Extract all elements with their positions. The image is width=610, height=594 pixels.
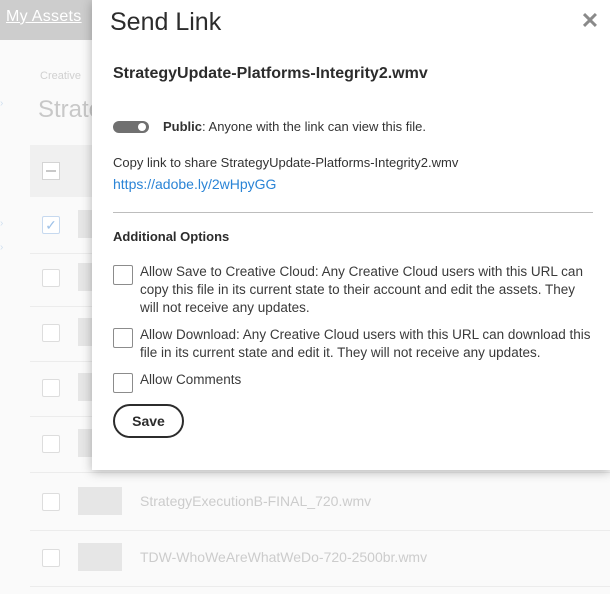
row-checkbox[interactable]	[42, 549, 60, 567]
breadcrumb[interactable]: Creative	[40, 70, 81, 82]
allow-comments-label: Allow Comments	[140, 372, 242, 387]
row-checkbox[interactable]: ✓	[42, 216, 60, 234]
allow-download-checkbox[interactable]	[113, 328, 133, 348]
row-checkbox[interactable]	[42, 435, 60, 453]
public-label: Public	[163, 119, 203, 134]
table-row[interactable]: TDW-WhoWeAreWhatWeDo-720-2500br.wmv	[30, 530, 610, 587]
table-row[interactable]: StrategyExecutionB-FINAL_720.wmv	[30, 474, 610, 531]
file-thumbnail	[78, 543, 122, 571]
toggle-knob	[138, 123, 146, 131]
row-checkbox[interactable]	[42, 269, 60, 287]
copy-link-label: Copy link to share StrategyUpdate-Platfo…	[113, 155, 459, 170]
allow-comments-checkbox[interactable]	[113, 373, 133, 393]
select-all-checkbox[interactable]	[42, 162, 60, 180]
file-name[interactable]: StrategyExecutionB-FINAL_720.wmv	[140, 493, 371, 509]
allow-download-label: Allow Download: Any Creative Cloud users…	[140, 327, 591, 360]
share-url-link[interactable]: https://adobe.ly/2wHpyGG	[113, 176, 276, 192]
public-description: Public: Anyone with the link can view th…	[163, 119, 426, 134]
close-icon[interactable]: ✕	[578, 10, 602, 34]
row-checkbox[interactable]	[42, 324, 60, 342]
dialog-title: Send Link	[110, 8, 222, 36]
checkmark-icon: ✓	[45, 217, 57, 233]
allow-save-checkbox[interactable]	[113, 265, 133, 285]
my-assets-link[interactable]: My Assets	[6, 8, 82, 26]
additional-options-heading: Additional Options	[113, 229, 230, 244]
chevron-right-icon: ›	[0, 98, 4, 109]
public-toggle[interactable]	[113, 121, 149, 133]
save-button[interactable]: Save	[113, 404, 184, 438]
public-desc-text: : Anyone with the link can view this fil…	[202, 119, 427, 134]
file-thumbnail	[78, 487, 122, 515]
shared-file-name: StrategyUpdate-Platforms-Integrity2.wmv	[113, 65, 428, 82]
row-checkbox[interactable]	[42, 379, 60, 397]
divider	[113, 212, 593, 213]
chevron-right-icon: ›	[0, 218, 4, 229]
row-checkbox[interactable]	[42, 493, 60, 511]
chevron-right-icon: ›	[0, 242, 4, 253]
table-header	[30, 145, 100, 197]
send-link-dialog: Send Link ✕ StrategyUpdate-Platforms-Int…	[92, 0, 610, 470]
file-name[interactable]: TDW-WhoWeAreWhatWeDo-720-2500br.wmv	[140, 549, 427, 565]
allow-save-label: Allow Save to Creative Cloud: Any Creati…	[140, 264, 583, 315]
